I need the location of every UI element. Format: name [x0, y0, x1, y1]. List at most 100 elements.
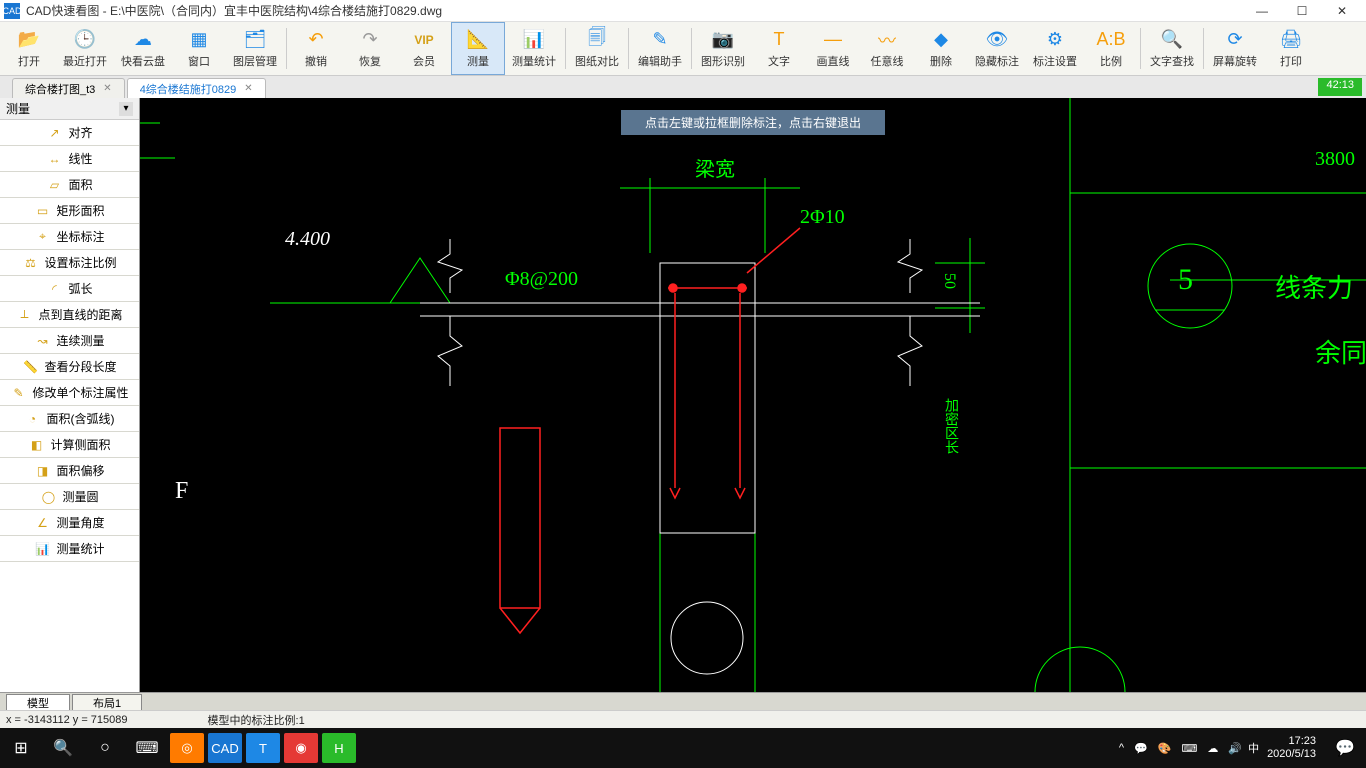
layout-tabbar: 模型布局1	[0, 692, 1366, 710]
measure-tool-icon: ▱	[46, 178, 62, 192]
measure-tool-label: 连续测量	[56, 332, 104, 349]
window-close[interactable]: ✕	[1322, 0, 1362, 22]
toolbar-icon: 🔍	[1161, 29, 1183, 51]
workspace: 测量 ▾ ↗ 对齐 ↔线性▱面积▭矩形面积⌖坐标标注⚖设置标注比例◜弧长⟂点到直线的…	[0, 98, 1366, 692]
toolbar-撤销[interactable]: ↶撤销	[289, 22, 343, 75]
measure-tool-icon: ◔	[25, 412, 41, 426]
window-maximize[interactable]: ☐	[1282, 0, 1322, 22]
measure-tool-item[interactable]: ∠测量角度	[0, 510, 139, 536]
toolbar-比例[interactable]: A:B比例	[1084, 22, 1138, 75]
toolbar-打印[interactable]: 🖨打印	[1264, 22, 1318, 75]
measure-tool-item[interactable]: ⚖设置标注比例	[0, 250, 139, 276]
tab-close-icon[interactable]: ✕	[244, 83, 252, 94]
measure-tool-item[interactable]: ◯测量圆	[0, 484, 139, 510]
drawing-svg	[140, 98, 1366, 692]
toolbar-label: 快看云盘	[121, 53, 165, 69]
toolbar-标注设置[interactable]: ⚙标注设置	[1026, 22, 1084, 75]
toolbar-label: 画直线	[817, 53, 850, 69]
measure-tool-icon: ↗	[46, 126, 62, 140]
toolbar-icon: ⚙	[1047, 29, 1063, 51]
doc-tab[interactable]: 4综合楼结施打0829✕	[127, 78, 266, 98]
measure-tool-item[interactable]: ↗ 对齐	[0, 120, 139, 146]
measure-tool-item[interactable]: ↝ 连续测量	[0, 328, 139, 354]
tray-icon[interactable]: 🎨	[1158, 742, 1172, 755]
drawing-canvas[interactable]: 点击左键或拉框删除标注，点击右键退出	[140, 98, 1366, 692]
toolbar-会员[interactable]: VIP会员	[397, 22, 451, 75]
tray-icon[interactable]: ⌨	[1181, 742, 1197, 755]
taskbar-system-icon[interactable]: ○	[84, 728, 126, 768]
taskbar-clock[interactable]: 17:23 2020/5/13	[1267, 735, 1316, 761]
taskbar-system-icon[interactable]: ⊞	[0, 728, 42, 768]
tray-icon[interactable]: 💬	[1134, 742, 1148, 755]
measure-tool-icon: 📊	[34, 542, 50, 556]
measure-tool-item[interactable]: ◧计算侧面积	[0, 432, 139, 458]
measure-tool-item[interactable]: ⌖坐标标注	[0, 224, 139, 250]
toolbar-图纸对比[interactable]: 🗐图纸对比	[568, 22, 626, 75]
measure-tool-item[interactable]: ◔面积(含弧线)	[0, 406, 139, 432]
toolbar-测量统计[interactable]: 📊测量统计	[505, 22, 563, 75]
dwg-letter-f: F	[175, 478, 188, 505]
measure-tool-label: 对齐	[68, 124, 92, 141]
measure-tool-item[interactable]: ◨面积偏移	[0, 458, 139, 484]
taskbar: ⊞🔍○⌨ ◎CADT◉H ^💬🎨⌨☁🔊 中 17:23 2020/5/13 💬	[0, 728, 1366, 768]
toolbar-删除[interactable]: ◆删除	[914, 22, 968, 75]
toolbar-编辑助手[interactable]: ✎编辑助手	[631, 22, 689, 75]
toolbar-快看云盘[interactable]: ☁快看云盘	[114, 22, 172, 75]
measure-tool-item[interactable]: ▱面积	[0, 172, 139, 198]
tray-icon[interactable]: ^	[1119, 742, 1124, 754]
taskbar-app-icon[interactable]: ◎	[170, 733, 204, 763]
toolbar-窗口[interactable]: ▦窗口	[172, 22, 226, 75]
toolbar-任意线[interactable]: 〰任意线	[860, 22, 914, 75]
measure-tool-icon: ⟂	[16, 307, 32, 322]
tray-icon[interactable]: ☁	[1207, 742, 1218, 755]
toolbar-屏幕旋转[interactable]: ⟳屏幕旋转	[1206, 22, 1264, 75]
dwg-label-beam-width: 梁宽	[695, 153, 735, 182]
toolbar-label: 比例	[1100, 53, 1122, 69]
clock-time: 17:23	[1267, 735, 1316, 748]
taskbar-app-icon[interactable]: CAD	[208, 733, 242, 763]
toolbar-画直线[interactable]: —画直线	[806, 22, 860, 75]
ime-indicator[interactable]: 中	[1248, 740, 1259, 756]
panel-close-icon[interactable]: ▾	[119, 102, 133, 116]
tab-close-icon[interactable]: ✕	[103, 83, 111, 94]
measure-tool-item[interactable]: ↔线性	[0, 146, 139, 172]
panel-header: 测量 ▾	[0, 98, 139, 120]
layout-tab[interactable]: 布局1	[72, 694, 142, 710]
toolbar-icon: ▦	[190, 29, 207, 51]
toolbar-文字[interactable]: T文字	[752, 22, 806, 75]
taskbar-app-icon[interactable]: H	[322, 733, 356, 763]
timer-badge: 42:13	[1318, 78, 1362, 96]
taskbar-system-icon[interactable]: ⌨	[126, 728, 168, 768]
measure-tool-item[interactable]: ✎修改单个标注属性	[0, 380, 139, 406]
doc-tab[interactable]: 综合楼打图_t3✕	[12, 78, 125, 98]
measure-tool-item[interactable]: ⟂点到直线的距离	[0, 302, 139, 328]
layout-tab[interactable]: 模型	[6, 694, 70, 710]
measure-tool-icon: ↝	[34, 334, 50, 348]
measure-tool-label: 计算侧面积	[50, 436, 110, 453]
toolbar-最近打开[interactable]: 🕒最近打开	[56, 22, 114, 75]
measure-tool-item[interactable]: ▭矩形面积	[0, 198, 139, 224]
status-scale: 模型中的标注比例:1	[208, 712, 305, 728]
toolbar-label: 图形识别	[701, 53, 745, 69]
dwg-label-rebar-2phi10: 2Φ10	[800, 206, 845, 229]
tray-icon[interactable]: 🔊	[1228, 742, 1242, 755]
measure-tool-label: 测量统计	[56, 540, 104, 557]
measure-tool-item[interactable]: ◜弧长	[0, 276, 139, 302]
toolbar-icon: 🕒	[74, 29, 96, 51]
toolbar-隐藏标注[interactable]: 👁隐藏标注	[968, 22, 1026, 75]
toolbar-图形识别[interactable]: 📷图形识别	[694, 22, 752, 75]
toolbar-label: 任意线	[871, 53, 904, 69]
measure-tool-item[interactable]: 📏查看分段长度	[0, 354, 139, 380]
taskbar-app-icon[interactable]: ◉	[284, 733, 318, 763]
toolbar-测量[interactable]: 📐测量	[451, 22, 505, 75]
toolbar-恢复[interactable]: ↷恢复	[343, 22, 397, 75]
toolbar-文字查找[interactable]: 🔍文字查找	[1143, 22, 1201, 75]
measure-tool-item[interactable]: 📊 测量统计	[0, 536, 139, 562]
window-minimize[interactable]: —	[1242, 0, 1282, 22]
taskbar-system-icon[interactable]: 🔍	[42, 728, 84, 768]
toolbar-图层管理[interactable]: 🗂图层管理	[226, 22, 284, 75]
taskbar-app-icon[interactable]: T	[246, 733, 280, 763]
measure-tool-label: 矩形面积	[56, 202, 104, 219]
notification-icon[interactable]: 💬	[1324, 728, 1366, 768]
toolbar-打开[interactable]: 📂打开	[2, 22, 56, 75]
